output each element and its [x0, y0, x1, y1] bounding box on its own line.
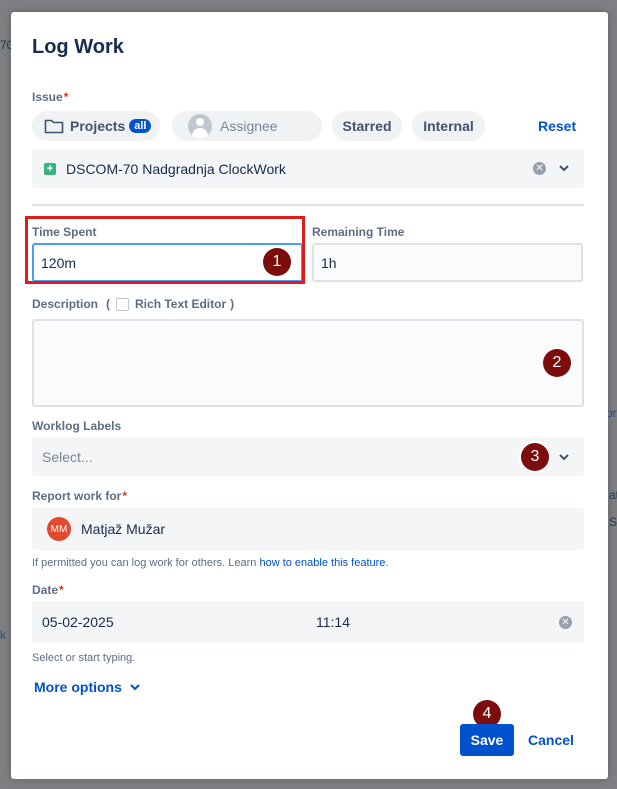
paren-open: ( [106, 297, 111, 311]
chevron-down-icon[interactable] [559, 164, 569, 172]
background-fragment: at [609, 488, 617, 502]
avatar: MM [47, 517, 71, 541]
log-work-dialog: Log Work Issue* Projects all Assignee St… [11, 12, 608, 779]
reset-link[interactable]: Reset [538, 118, 576, 134]
date-hint: Select or start typing. [32, 652, 136, 664]
step-marker-3: 3 [521, 443, 549, 471]
report-work-for-label: Report work for* [32, 489, 128, 503]
description-textarea[interactable] [32, 319, 584, 407]
worklog-labels-placeholder: Select... [42, 448, 93, 465]
folder-icon [44, 119, 64, 134]
rich-text-checkbox[interactable] [116, 297, 130, 311]
worklog-labels-label: Worklog Labels [32, 419, 122, 433]
enable-feature-link[interactable]: how to enable this feature [259, 557, 385, 569]
issue-label: Issue* [32, 90, 69, 104]
internal-filter-label: Internal [423, 118, 474, 134]
paren-close: ) [230, 297, 235, 311]
clear-icon[interactable]: ✕ [559, 616, 572, 629]
report-user-select[interactable]: MM Matjaž Mužar [32, 508, 584, 550]
report-hint: If permitted you can log work for others… [32, 557, 389, 569]
assignee-filter-chip[interactable]: Assignee [172, 111, 322, 141]
projects-filter-chip[interactable]: Projects all [32, 111, 160, 141]
issue-type-icon: + [44, 162, 56, 175]
background-fragment: S [609, 515, 617, 529]
projects-filter-label: Projects [70, 118, 126, 134]
clear-icon[interactable]: ✕ [533, 162, 546, 175]
more-options-toggle[interactable]: More options [34, 679, 140, 695]
required-mark: * [63, 90, 69, 104]
cancel-button[interactable]: Cancel [523, 724, 579, 756]
starred-filter-chip[interactable]: Starred [332, 111, 402, 141]
date-label: Date* [32, 583, 64, 597]
chevron-down-icon [130, 684, 140, 691]
step-marker-1: 1 [263, 248, 291, 276]
worklog-labels-select[interactable]: Select... [32, 437, 584, 476]
step-marker-2: 2 [543, 349, 571, 377]
save-button[interactable]: Save [460, 724, 514, 756]
projects-count-badge: all [129, 119, 152, 133]
more-options-label: More options [34, 679, 122, 695]
starred-filter-label: Starred [342, 118, 392, 134]
date-value[interactable]: 05-02-2025 [42, 614, 114, 630]
highlight-box [25, 216, 305, 284]
required-mark: * [59, 583, 64, 597]
report-user-name: Matjaž Mužar [81, 521, 166, 537]
required-mark: * [122, 489, 128, 503]
chevron-down-icon[interactable] [559, 453, 569, 461]
dialog-title: Log Work [32, 36, 124, 58]
remaining-time-value: 1h [321, 254, 337, 271]
background-fragment: k [0, 628, 6, 642]
date-picker[interactable]: 05-02-2025 11:14 ✕ [32, 601, 584, 643]
internal-filter-chip[interactable]: Internal [412, 111, 485, 141]
selected-issue: DSCOM-70 Nadgradnja ClockWork [66, 160, 286, 177]
remaining-time-input[interactable]: 1h [312, 243, 583, 282]
description-label: Description [32, 297, 99, 311]
assignee-filter-label: Assignee [220, 118, 278, 134]
remaining-time-label: Remaining Time [312, 225, 405, 239]
time-value[interactable]: 11:14 [316, 614, 350, 630]
rich-text-label: Rich Text Editor [135, 297, 227, 311]
section-divider [32, 204, 584, 206]
description-label-row: Description ( Rich Text Editor ) [32, 297, 234, 311]
issue-select[interactable]: + DSCOM-70 Nadgradnja ClockWork ✕ [32, 149, 584, 188]
user-avatar-icon [188, 114, 212, 138]
